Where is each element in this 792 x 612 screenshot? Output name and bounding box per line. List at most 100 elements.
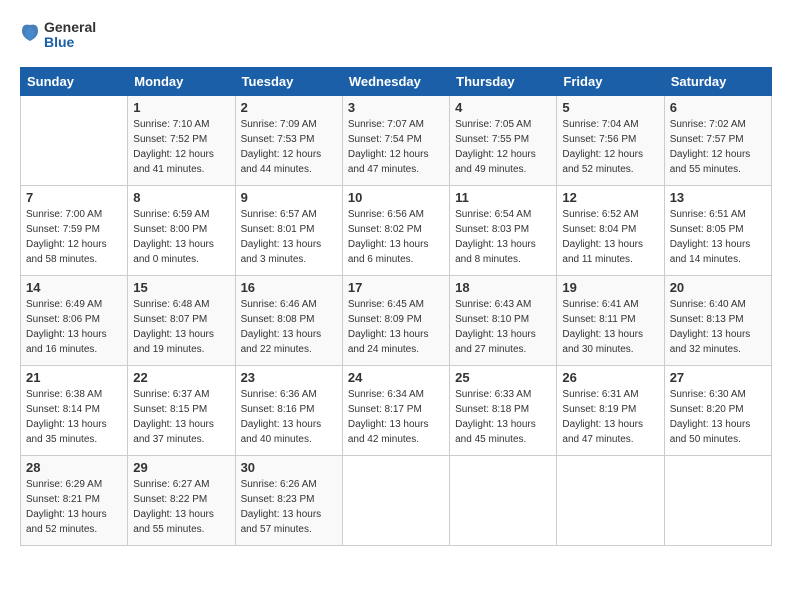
day-info: Sunrise: 6:51 AMSunset: 8:05 PMDaylight:… — [670, 207, 766, 267]
day-number: 6 — [670, 100, 766, 115]
day-number: 12 — [562, 190, 658, 205]
day-number: 5 — [562, 100, 658, 115]
col-header-sunday: Sunday — [21, 67, 128, 95]
calendar-cell: 2 Sunrise: 7:09 AMSunset: 7:53 PMDaylight… — [235, 95, 342, 185]
day-info: Sunrise: 7:05 AMSunset: 7:55 PMDaylight:… — [455, 117, 551, 177]
day-info: Sunrise: 6:37 AMSunset: 8:15 PMDaylight:… — [133, 387, 229, 447]
calendar-cell: 24 Sunrise: 6:34 AMSunset: 8:17 PMDayligh… — [342, 365, 449, 455]
day-info: Sunrise: 7:00 AMSunset: 7:59 PMDaylight:… — [26, 207, 122, 267]
calendar-cell: 25 Sunrise: 6:33 AMSunset: 8:18 PMDayligh… — [450, 365, 557, 455]
day-number: 23 — [241, 370, 337, 385]
day-number: 4 — [455, 100, 551, 115]
calendar-table: SundayMondayTuesdayWednesdayThursdayFrid… — [20, 67, 772, 546]
logo-bird-icon — [20, 23, 40, 47]
calendar-cell: 4 Sunrise: 7:05 AMSunset: 7:55 PMDaylight… — [450, 95, 557, 185]
day-info: Sunrise: 7:10 AMSunset: 7:52 PMDaylight:… — [133, 117, 229, 177]
logo: General Blue — [20, 20, 96, 51]
day-info: Sunrise: 7:04 AMSunset: 7:56 PMDaylight:… — [562, 117, 658, 177]
col-header-monday: Monday — [128, 67, 235, 95]
day-number: 7 — [26, 190, 122, 205]
day-number: 1 — [133, 100, 229, 115]
day-info: Sunrise: 6:27 AMSunset: 8:22 PMDaylight:… — [133, 477, 229, 537]
day-number: 13 — [670, 190, 766, 205]
logo-container: General Blue — [20, 20, 96, 51]
page-header: General Blue — [20, 20, 772, 51]
day-number: 9 — [241, 190, 337, 205]
day-info: Sunrise: 6:40 AMSunset: 8:13 PMDaylight:… — [670, 297, 766, 357]
calendar-cell: 27Sunrise: 6:30 AMSunset: 8:20 PMDayligh… — [664, 365, 771, 455]
calendar-cell: 10 Sunrise: 6:56 AMSunset: 8:02 PMDayligh… — [342, 185, 449, 275]
calendar-cell: 8 Sunrise: 6:59 AMSunset: 8:00 PMDaylight… — [128, 185, 235, 275]
calendar-cell: 5 Sunrise: 7:04 AMSunset: 7:56 PMDaylight… — [557, 95, 664, 185]
calendar-cell: 22 Sunrise: 6:37 AMSunset: 8:15 PMDayligh… — [128, 365, 235, 455]
col-header-wednesday: Wednesday — [342, 67, 449, 95]
day-number: 20 — [670, 280, 766, 295]
day-info: Sunrise: 6:57 AMSunset: 8:01 PMDaylight:… — [241, 207, 337, 267]
day-number: 19 — [562, 280, 658, 295]
col-header-tuesday: Tuesday — [235, 67, 342, 95]
calendar-cell: 12 Sunrise: 6:52 AMSunset: 8:04 PMDayligh… — [557, 185, 664, 275]
day-info: Sunrise: 6:34 AMSunset: 8:17 PMDaylight:… — [348, 387, 444, 447]
calendar-cell — [342, 455, 449, 545]
day-info: Sunrise: 6:41 AMSunset: 8:11 PMDaylight:… — [562, 297, 658, 357]
day-number: 21 — [26, 370, 122, 385]
day-info: Sunrise: 6:46 AMSunset: 8:08 PMDaylight:… — [241, 297, 337, 357]
day-number: 2 — [241, 100, 337, 115]
col-header-friday: Friday — [557, 67, 664, 95]
day-info: Sunrise: 6:38 AMSunset: 8:14 PMDaylight:… — [26, 387, 122, 447]
day-info: Sunrise: 6:36 AMSunset: 8:16 PMDaylight:… — [241, 387, 337, 447]
calendar-cell — [450, 455, 557, 545]
calendar-cell: 1 Sunrise: 7:10 AMSunset: 7:52 PMDaylight… — [128, 95, 235, 185]
col-header-saturday: Saturday — [664, 67, 771, 95]
day-number: 10 — [348, 190, 444, 205]
day-info: Sunrise: 6:49 AMSunset: 8:06 PMDaylight:… — [26, 297, 122, 357]
day-number: 25 — [455, 370, 551, 385]
day-number: 22 — [133, 370, 229, 385]
calendar-cell — [664, 455, 771, 545]
calendar-cell: 20 Sunrise: 6:40 AMSunset: 8:13 PMDayligh… — [664, 275, 771, 365]
calendar-cell: 3 Sunrise: 7:07 AMSunset: 7:54 PMDaylight… — [342, 95, 449, 185]
day-info: Sunrise: 6:33 AMSunset: 8:18 PMDaylight:… — [455, 387, 551, 447]
day-number: 30 — [241, 460, 337, 475]
day-number: 3 — [348, 100, 444, 115]
calendar-cell: 26 Sunrise: 6:31 AMSunset: 8:19 PMDayligh… — [557, 365, 664, 455]
calendar-cell: 9 Sunrise: 6:57 AMSunset: 8:01 PMDaylight… — [235, 185, 342, 275]
calendar-cell: 16 Sunrise: 6:46 AMSunset: 8:08 PMDayligh… — [235, 275, 342, 365]
day-info: Sunrise: 7:09 AMSunset: 7:53 PMDaylight:… — [241, 117, 337, 177]
day-info: Sunrise: 6:29 AMSunset: 8:21 PMDaylight:… — [26, 477, 122, 537]
calendar-cell: 18 Sunrise: 6:43 AMSunset: 8:10 PMDayligh… — [450, 275, 557, 365]
day-info: Sunrise: 6:48 AMSunset: 8:07 PMDaylight:… — [133, 297, 229, 357]
day-number: 28 — [26, 460, 122, 475]
day-info: Sunrise: 6:26 AMSunset: 8:23 PMDaylight:… — [241, 477, 337, 537]
day-info: Sunrise: 7:02 AMSunset: 7:57 PMDaylight:… — [670, 117, 766, 177]
day-info: Sunrise: 6:43 AMSunset: 8:10 PMDaylight:… — [455, 297, 551, 357]
calendar-cell: 11Sunrise: 6:54 AMSunset: 8:03 PMDayligh… — [450, 185, 557, 275]
calendar-cell: 13 Sunrise: 6:51 AMSunset: 8:05 PMDayligh… — [664, 185, 771, 275]
day-number: 14 — [26, 280, 122, 295]
calendar-cell: 6 Sunrise: 7:02 AMSunset: 7:57 PMDaylight… — [664, 95, 771, 185]
col-header-thursday: Thursday — [450, 67, 557, 95]
day-number: 18 — [455, 280, 551, 295]
day-number: 16 — [241, 280, 337, 295]
day-info: Sunrise: 6:56 AMSunset: 8:02 PMDaylight:… — [348, 207, 444, 267]
logo-line2: Blue — [44, 35, 96, 50]
day-number: 26 — [562, 370, 658, 385]
day-number: 15 — [133, 280, 229, 295]
calendar-cell: 23 Sunrise: 6:36 AMSunset: 8:16 PMDayligh… — [235, 365, 342, 455]
calendar-cell: 28 Sunrise: 6:29 AMSunset: 8:21 PMDayligh… — [21, 455, 128, 545]
day-number: 17 — [348, 280, 444, 295]
day-number: 24 — [348, 370, 444, 385]
day-info: Sunrise: 6:31 AMSunset: 8:19 PMDaylight:… — [562, 387, 658, 447]
calendar-cell — [21, 95, 128, 185]
day-info: Sunrise: 6:52 AMSunset: 8:04 PMDaylight:… — [562, 207, 658, 267]
day-number: 8 — [133, 190, 229, 205]
calendar-cell: 7 Sunrise: 7:00 AMSunset: 7:59 PMDaylight… — [21, 185, 128, 275]
day-info: Sunrise: 6:45 AMSunset: 8:09 PMDaylight:… — [348, 297, 444, 357]
calendar-cell: 21 Sunrise: 6:38 AMSunset: 8:14 PMDayligh… — [21, 365, 128, 455]
day-info: Sunrise: 6:59 AMSunset: 8:00 PMDaylight:… — [133, 207, 229, 267]
day-info: Sunrise: 6:54 AMSunset: 8:03 PMDaylight:… — [455, 207, 551, 267]
calendar-cell: 29Sunrise: 6:27 AMSunset: 8:22 PMDayligh… — [128, 455, 235, 545]
day-info: Sunrise: 7:07 AMSunset: 7:54 PMDaylight:… — [348, 117, 444, 177]
calendar-cell: 17 Sunrise: 6:45 AMSunset: 8:09 PMDayligh… — [342, 275, 449, 365]
calendar-cell — [557, 455, 664, 545]
